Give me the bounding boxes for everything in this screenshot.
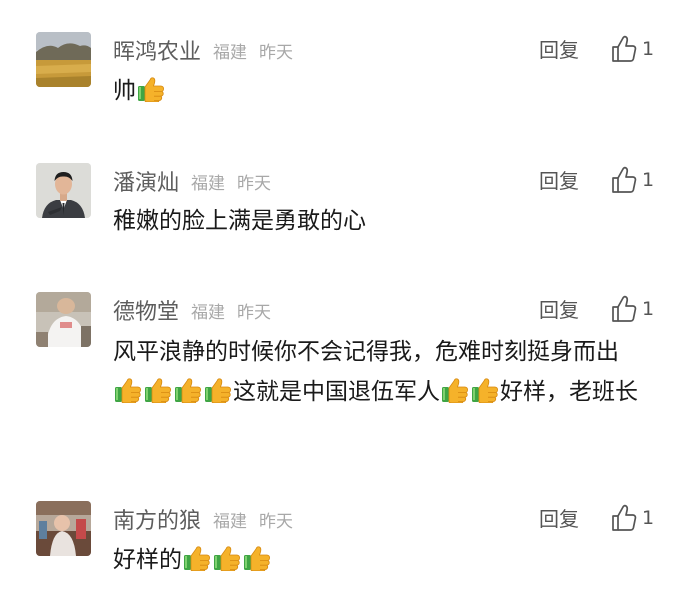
avatar[interactable] [36, 32, 91, 87]
comment-header: 晖鸿农业 福建 昨天 [113, 34, 293, 66]
comment-text-segment: 好样，老班长 [500, 379, 638, 405]
thumbs-up-outline-icon [611, 166, 637, 194]
like-count: 1 [642, 38, 655, 60]
comment-text: 帅 [113, 71, 648, 111]
username[interactable]: 德物堂 [113, 294, 179, 326]
avatar[interactable] [36, 163, 91, 218]
comment-text-segment: 风平浪静的时候你不会记得我，危难时刻挺身而出 [113, 339, 619, 365]
location-label: 福建 [213, 42, 248, 63]
avatar[interactable] [36, 501, 91, 556]
username[interactable]: 潘演灿 [113, 165, 179, 197]
thumbs-up-emoji-icon [204, 377, 232, 403]
thumbs-up-emoji-icon [144, 377, 172, 403]
comment-text-segment: 好样的 [113, 547, 182, 573]
thumbs-up-emoji-icon [243, 545, 271, 571]
thumbs-up-outline-icon [611, 295, 637, 323]
comment-header: 德物堂 福建 昨天 [113, 294, 271, 326]
reply-button[interactable]: 回复 [539, 165, 579, 197]
reply-button[interactable]: 回复 [539, 34, 579, 66]
thumbs-up-emoji-icon [174, 377, 202, 403]
comment-text-segment: 帅 [113, 78, 136, 104]
reply-button[interactable]: 回复 [539, 503, 579, 535]
location-label: 福建 [213, 511, 248, 532]
like-button[interactable]: 1 [611, 292, 654, 326]
thumbs-up-emoji-icon [471, 377, 499, 403]
location-label: 福建 [191, 173, 226, 194]
username[interactable]: 晖鸿农业 [113, 34, 201, 66]
comment-text: 风平浪静的时候你不会记得我，危难时刻挺身而出这就是中国退伍军人 好样，老班长 [113, 332, 643, 412]
like-count: 1 [642, 169, 655, 191]
thumbs-up-emoji-icon [137, 76, 165, 102]
like-button[interactable]: 1 [611, 32, 654, 66]
timestamp: 昨天 [259, 511, 294, 532]
timestamp: 昨天 [237, 173, 272, 194]
like-button[interactable]: 1 [611, 501, 654, 535]
comment-header: 南方的狼 福建 昨天 [113, 503, 293, 535]
avatar[interactable] [36, 292, 91, 347]
thumbs-up-outline-icon [611, 35, 637, 63]
thumbs-up-emoji-icon [183, 545, 211, 571]
comment-text-segment: 稚嫩的脸上满是勇敢的心 [113, 208, 366, 234]
thumbs-up-emoji-icon [213, 545, 241, 571]
like-button[interactable]: 1 [611, 163, 654, 197]
comment-text-segment: 这就是中国退伍军人 [233, 379, 440, 405]
timestamp: 昨天 [259, 42, 294, 63]
like-count: 1 [642, 298, 655, 320]
thumbs-up-emoji-icon [114, 377, 142, 403]
reply-button[interactable]: 回复 [539, 294, 579, 326]
thumbs-up-outline-icon [611, 504, 637, 532]
location-label: 福建 [191, 302, 226, 323]
username[interactable]: 南方的狼 [113, 503, 201, 535]
thumbs-up-emoji-icon [441, 377, 469, 403]
timestamp: 昨天 [237, 302, 272, 323]
comment-header: 潘演灿 福建 昨天 [113, 165, 271, 197]
like-count: 1 [642, 507, 655, 529]
comment-text: 稚嫩的脸上满是勇敢的心 [113, 201, 648, 241]
comment-text: 好样的 [113, 540, 648, 580]
